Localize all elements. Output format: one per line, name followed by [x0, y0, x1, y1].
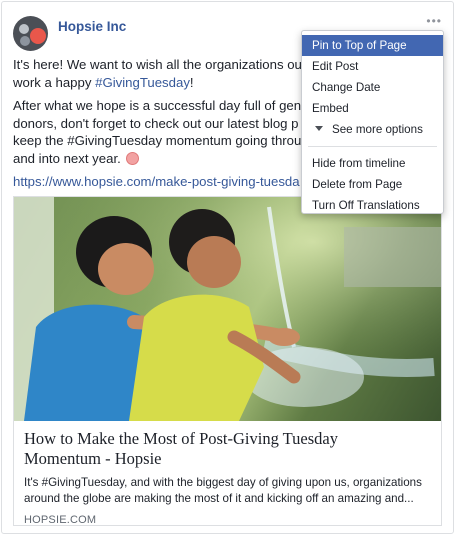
hashtag-link[interactable]: #GivingTuesday: [95, 75, 190, 90]
menu-item-pin-to-top[interactable]: Pin to Top of Page: [302, 35, 443, 56]
logo-dot: [19, 23, 29, 34]
page-name-link[interactable]: Hopsie Inc: [58, 19, 126, 34]
menu-item-edit-post[interactable]: Edit Post: [302, 56, 443, 77]
menu-item-delete-from-page[interactable]: Delete from Page: [302, 174, 443, 195]
menu-divider: [308, 146, 437, 147]
post-options-menu: Pin to Top of Page Edit Post Change Date…: [301, 30, 444, 214]
link-attachment[interactable]: How to Make the Most of Post-Giving Tues…: [13, 196, 442, 526]
article-title[interactable]: How to Make the Most of Post-Giving Tues…: [24, 429, 434, 469]
article-photo[interactable]: [14, 197, 441, 421]
children-water-photo: [14, 197, 441, 421]
menu-item-turn-off-translations[interactable]: Turn Off Translations: [302, 195, 443, 216]
post-header: Hopsie Inc: [13, 13, 126, 53]
page-avatar[interactable]: [13, 15, 48, 51]
article-info: How to Make the Most of Post-Giving Tues…: [24, 429, 434, 526]
menu-item-embed[interactable]: Embed: [302, 98, 443, 119]
menu-item-hide-from-timeline[interactable]: Hide from timeline: [302, 153, 443, 174]
article-domain: HOPSIE.COM: [24, 514, 97, 526]
post-url-link[interactable]: https://www.hopsie.com/make-post-giving-…: [13, 174, 300, 189]
logo-dot-red: [30, 27, 46, 44]
logo-dot: [20, 35, 30, 46]
article-description: It's #GivingTuesday, and with the bigges…: [24, 476, 422, 505]
more-options-icon[interactable]: •••: [426, 14, 442, 28]
menu-item-change-date[interactable]: Change Date: [302, 77, 443, 98]
menu-item-see-more-options[interactable]: See more options: [302, 119, 443, 140]
caret-down-icon: [315, 126, 323, 131]
present-emoji-icon: [126, 151, 140, 165]
